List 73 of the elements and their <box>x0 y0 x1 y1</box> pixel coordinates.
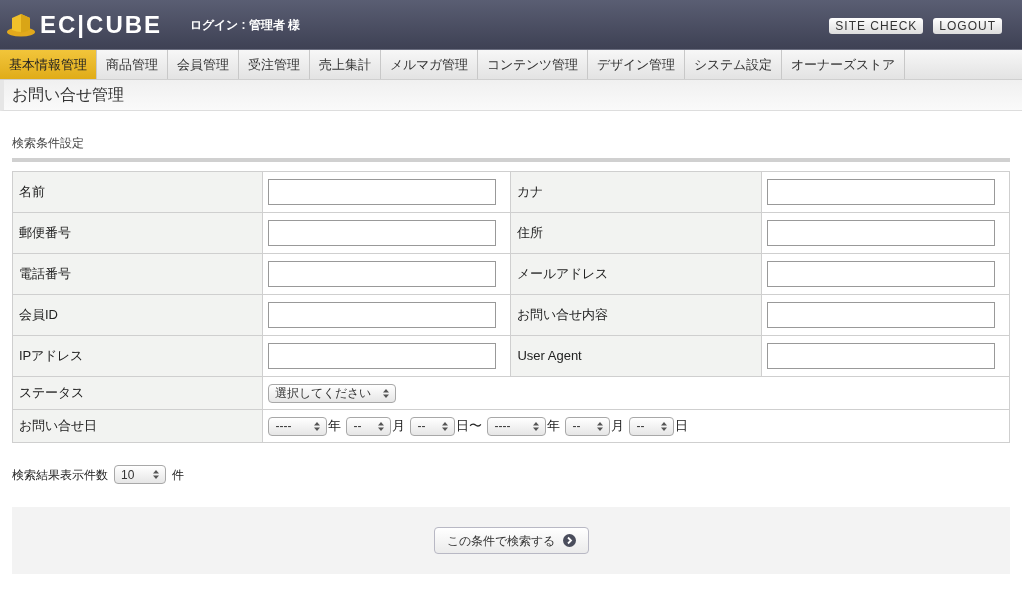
select-arrows-icon <box>153 470 159 479</box>
date-select[interactable]: -- <box>410 416 456 436</box>
text-field[interactable] <box>767 343 996 369</box>
text-field[interactable] <box>767 179 996 205</box>
nav-tab[interactable]: メルマガ管理 <box>381 50 478 79</box>
section-title: 検索条件設定 <box>12 135 85 152</box>
text-field[interactable] <box>767 220 996 246</box>
results-count-select[interactable]: 10 <box>114 465 166 484</box>
date-unit: 年 <box>547 417 561 436</box>
select-value: 10 <box>121 468 135 481</box>
field-label: 住所 <box>510 212 762 254</box>
nav-tab[interactable]: 売上集計 <box>310 50 381 79</box>
date-select[interactable]: ---- <box>268 416 328 436</box>
field-label: カナ <box>510 171 762 213</box>
date-unit: 日 <box>675 417 689 436</box>
nav-tab[interactable]: デザイン管理 <box>588 50 685 79</box>
date-select[interactable]: -- <box>629 416 675 436</box>
text-field[interactable] <box>268 302 497 328</box>
nav-tab[interactable]: システム設定 <box>685 50 782 79</box>
header-button[interactable]: LOGOUT <box>933 17 1002 34</box>
date-unit: 月 <box>611 417 625 436</box>
results-count-unit: 件 <box>172 466 184 484</box>
nav-tab[interactable]: コンテンツ管理 <box>478 50 588 79</box>
select-value: ---- <box>494 420 511 432</box>
select-arrows-icon <box>383 388 390 398</box>
select-arrows-icon <box>442 421 449 431</box>
arrow-circle-icon <box>562 534 576 547</box>
field-label: ステータス <box>12 376 263 410</box>
nav-tab[interactable]: 基本情報管理 <box>0 50 97 79</box>
text-field[interactable] <box>268 179 497 205</box>
results-count-label: 検索結果表示件数 <box>12 466 108 484</box>
text-field[interactable] <box>268 343 497 369</box>
field-label: お問い合せ日 <box>12 409 263 443</box>
logo-text: EC|CUBE <box>40 12 163 37</box>
field-label: 電話番号 <box>12 253 263 295</box>
field-label: お問い合せ内容 <box>510 294 762 336</box>
status-select[interactable]: 選択してください <box>268 383 397 403</box>
field-label: 郵便番号 <box>12 212 263 254</box>
text-field[interactable] <box>268 261 497 287</box>
nav-tab[interactable]: オーナーズストア <box>782 50 905 79</box>
date-select[interactable]: ---- <box>487 416 547 436</box>
select-arrows-icon <box>661 421 668 431</box>
select-value: -- <box>572 420 581 432</box>
page-title: お問い合せ管理 <box>12 85 124 105</box>
date-select[interactable]: -- <box>565 416 611 436</box>
select-value: -- <box>636 420 645 432</box>
select-arrows-icon <box>378 421 385 431</box>
select-arrows-icon <box>314 421 321 431</box>
nav-tab[interactable]: 受注管理 <box>239 50 310 79</box>
date-unit: 年 <box>328 417 342 436</box>
search-button[interactable]: この条件で検索する <box>433 527 589 554</box>
field-label: メールアドレス <box>510 253 762 295</box>
field-label: 会員ID <box>12 294 263 336</box>
text-field[interactable] <box>767 261 996 287</box>
cube-logo-icon <box>6 12 36 37</box>
select-value: -- <box>353 420 362 432</box>
header-button[interactable]: SITE CHECK <box>829 17 924 34</box>
field-label: IPアドレス <box>12 335 263 377</box>
select-value: -- <box>417 420 426 432</box>
field-label: User Agent <box>510 335 762 377</box>
date-select[interactable]: -- <box>346 416 392 436</box>
nav-tab[interactable]: 会員管理 <box>168 50 239 79</box>
nav-tab[interactable]: 商品管理 <box>97 50 168 79</box>
select-arrows-icon <box>597 421 604 431</box>
select-arrows-icon <box>533 421 540 431</box>
select-value: 選択してください <box>275 387 372 399</box>
field-label: 名前 <box>12 171 263 213</box>
text-field[interactable] <box>268 220 497 246</box>
select-value: ---- <box>275 420 292 432</box>
text-field[interactable] <box>767 302 996 328</box>
date-unit: 月 <box>392 417 406 436</box>
login-user-text: ログイン : 管理者 様 <box>190 16 301 34</box>
date-unit: 日〜 <box>456 417 483 436</box>
